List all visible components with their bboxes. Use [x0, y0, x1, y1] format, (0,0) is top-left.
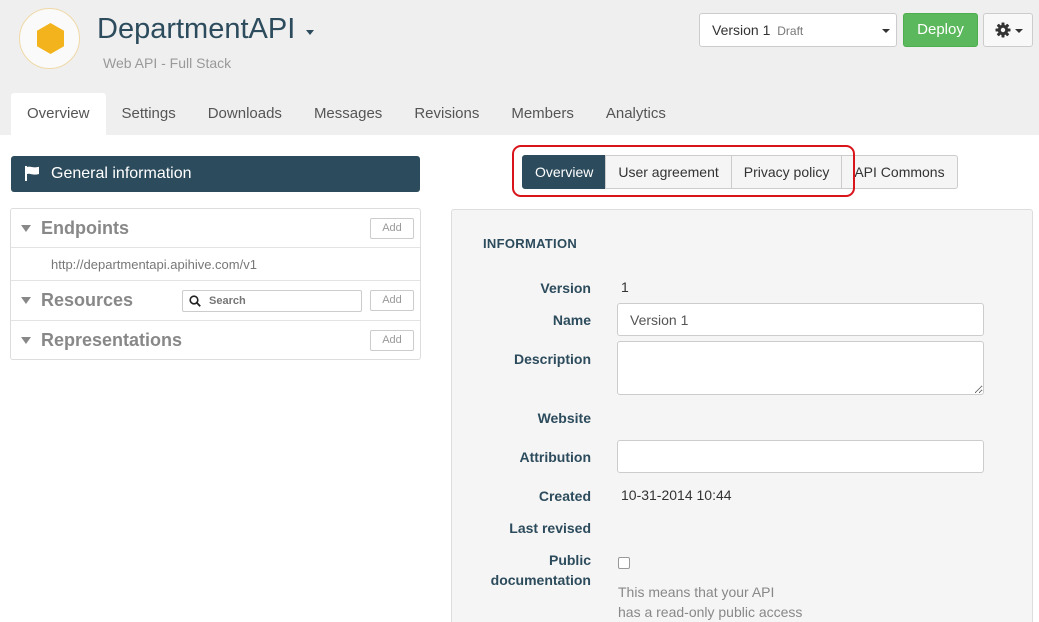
resource-search[interactable]	[182, 290, 362, 312]
public-documentation-checkbox[interactable]	[618, 557, 630, 569]
public-documentation-label-line1: Public	[548, 552, 591, 568]
public-documentation-label: Public documentation	[491, 550, 591, 590]
app-header: DepartmentAPI Web API - Full Stack Versi…	[0, 0, 1039, 135]
tab-downloads[interactable]: Downloads	[192, 93, 298, 135]
information-panel: INFORMATION Version 1 Name Description W…	[451, 209, 1033, 622]
search-icon	[189, 295, 201, 307]
api-subtitle: Web API - Full Stack	[103, 55, 232, 71]
divider	[11, 247, 420, 248]
tab-overview[interactable]: Overview	[11, 93, 106, 135]
created-field-value: 10-31-2014 10:44	[621, 487, 732, 503]
add-endpoint-button[interactable]: Add	[370, 218, 414, 239]
api-title[interactable]: DepartmentAPI	[97, 13, 295, 46]
api-logo	[19, 8, 80, 69]
hexagon-icon	[37, 23, 64, 54]
public-documentation-help: This means that your API has a read-only…	[618, 582, 802, 622]
description-field-label: Description	[513, 351, 591, 367]
add-resource-button[interactable]: Add	[370, 290, 414, 311]
public-documentation-label-line2: documentation	[490, 572, 591, 588]
endpoints-title: Endpoints	[41, 218, 129, 238]
settings-dropdown-button[interactable]	[983, 13, 1033, 47]
main-tabs: Overview Settings Downloads Messages Rev…	[11, 93, 682, 135]
collapse-triangle-icon[interactable]	[21, 297, 31, 304]
endpoint-url[interactable]: http://departmentapi.apihive.com/v1	[51, 257, 257, 272]
tab-analytics[interactable]: Analytics	[590, 93, 682, 135]
tab-revisions[interactable]: Revisions	[398, 93, 495, 135]
version-field-label: Version	[540, 280, 591, 296]
version-field-value: 1	[621, 279, 629, 295]
gear-icon	[995, 22, 1011, 38]
api-structure-panel: Endpoints Add http://departmentapi.apihi…	[10, 208, 421, 360]
collapse-triangle-icon[interactable]	[21, 225, 31, 232]
information-heading: INFORMATION	[483, 236, 578, 251]
version-select[interactable]: Version 1 Draft	[699, 13, 897, 47]
tab-members[interactable]: Members	[495, 93, 590, 135]
highlight-annotation	[512, 145, 855, 197]
name-field[interactable]	[617, 303, 984, 336]
public-documentation-help-line1: This means that your API	[618, 584, 775, 600]
description-field[interactable]	[617, 341, 984, 395]
resource-search-input[interactable]	[209, 293, 357, 309]
chevron-down-icon	[882, 29, 890, 33]
resources-title: Resources	[41, 290, 134, 310]
last-revised-field-label: Last revised	[509, 520, 591, 536]
attribution-field[interactable]	[617, 440, 984, 473]
subtab-api-commons[interactable]: API Commons	[841, 155, 958, 189]
endpoints-section-header[interactable]: Endpoints Add	[11, 209, 420, 248]
website-field-label: Website	[537, 410, 591, 426]
name-field-label: Name	[552, 312, 591, 328]
representations-title: Representations	[41, 330, 183, 350]
title-dropdown-caret-icon[interactable]	[306, 30, 314, 35]
chevron-down-icon	[1015, 29, 1023, 33]
version-status: Draft	[777, 24, 804, 38]
representations-section-header[interactable]: Representations Add	[11, 321, 420, 360]
attribution-field-label: Attribution	[519, 449, 591, 465]
add-representation-button[interactable]: Add	[370, 330, 414, 351]
version-label: Version 1	[712, 22, 771, 38]
deploy-button[interactable]: Deploy	[903, 13, 978, 47]
general-information-label: General information	[51, 165, 192, 182]
created-field-label: Created	[538, 488, 591, 504]
tab-settings[interactable]: Settings	[106, 93, 192, 135]
flag-icon	[25, 166, 39, 181]
tab-messages[interactable]: Messages	[298, 93, 398, 135]
general-information-header[interactable]: General information	[11, 156, 420, 192]
public-documentation-help-line2: has a read-only public access	[618, 604, 803, 620]
collapse-triangle-icon[interactable]	[21, 337, 31, 344]
